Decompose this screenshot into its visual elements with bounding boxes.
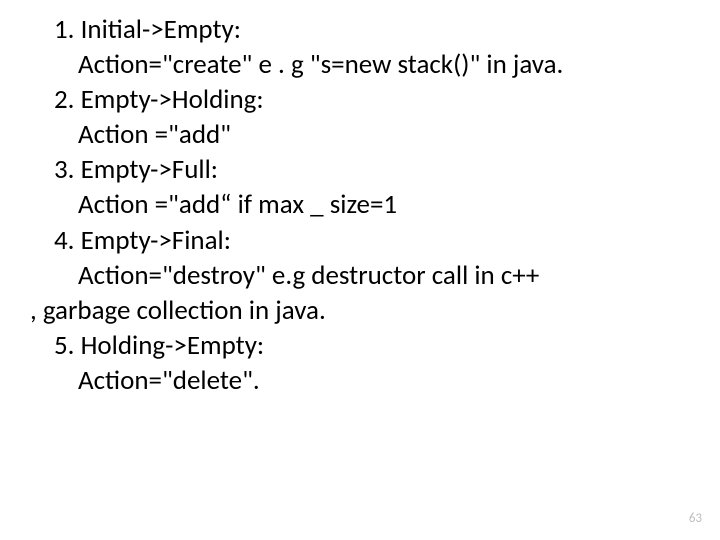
transition-1-action: Action="create" e . g "s=new stack()" in… xyxy=(30,47,700,82)
slide: 1. Initial->Empty: Action="create" e . g… xyxy=(0,0,720,540)
slide-text-block: 1. Initial->Empty: Action="create" e . g… xyxy=(30,12,700,398)
transition-5-action: Action="delete". xyxy=(30,363,700,398)
transition-4-action-a: Action="destroy" e.g destructor call in … xyxy=(30,258,700,293)
page-number: 63 xyxy=(689,511,702,526)
transition-2-heading: 2. Empty->Holding: xyxy=(30,82,700,117)
transition-1-heading: 1. Initial->Empty: xyxy=(30,12,700,47)
transition-3-heading: 3. Empty->Full: xyxy=(30,152,700,187)
transition-3-action: Action ="add“ if max _ size=1 xyxy=(30,187,700,222)
transition-4-heading: 4. Empty->Final: xyxy=(30,223,700,258)
transition-2-action: Action ="add" xyxy=(30,117,700,152)
transition-5-heading: 5. Holding->Empty: xyxy=(30,328,700,363)
transition-4-action-b: , garbage collection in java. xyxy=(30,293,700,328)
